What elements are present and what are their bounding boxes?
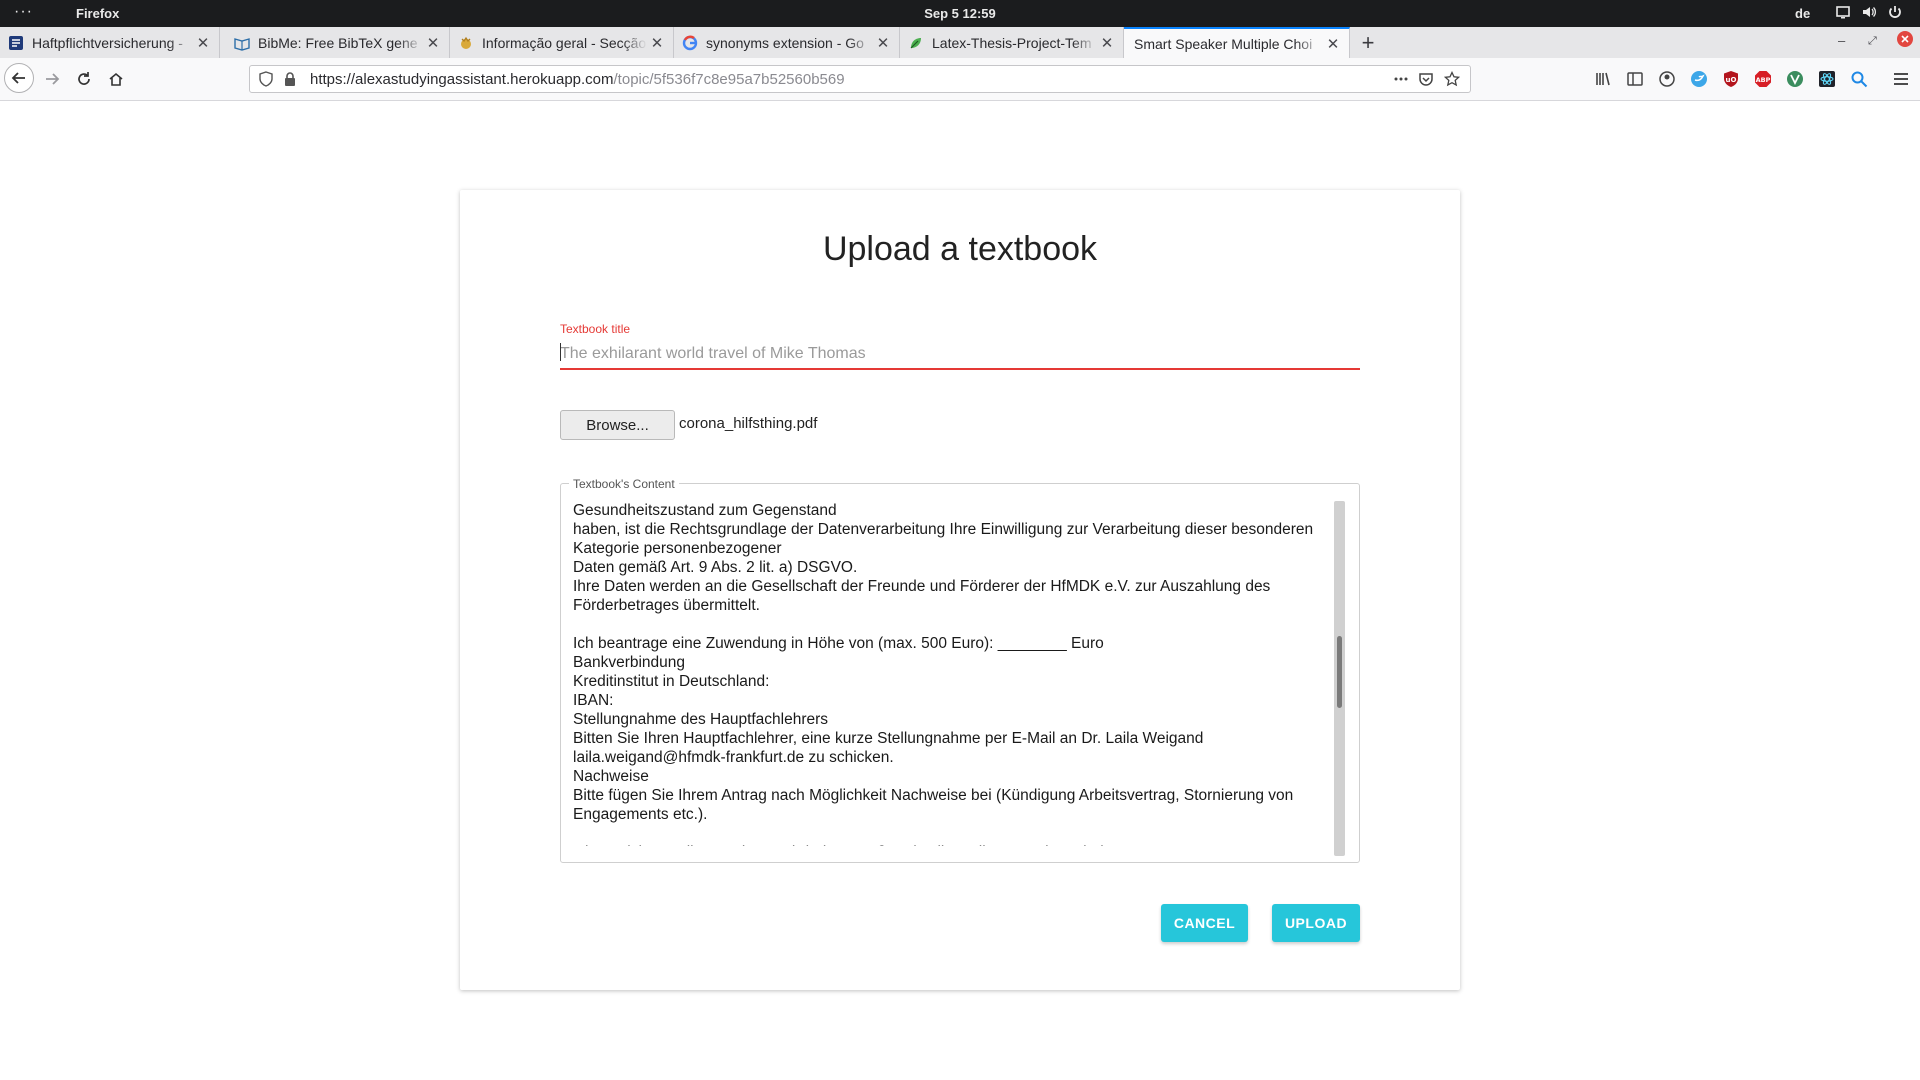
tab-label: Haftpflichtversicherung - (32, 34, 183, 51)
tab-informacao[interactable]: Informação geral - Secção ✕ (450, 27, 674, 58)
url-path: /topic/5f536f7c8e95a7b52560b569 (613, 71, 845, 88)
search-icon[interactable] (1850, 70, 1868, 88)
reload-icon (78, 72, 90, 85)
tab-strip: Haftpflichtversicherung - ✕ BibMe: Free … (0, 27, 1920, 59)
clock[interactable]: Sep 5 12:59 (0, 6, 1920, 21)
library-icon[interactable] (1594, 70, 1612, 88)
tab-bibme[interactable]: BibMe: Free BibTeX gene ✕ (226, 27, 450, 58)
bookmark-star-icon[interactable] (1444, 71, 1460, 87)
tab-label: Smart Speaker Multiple Choi (1134, 35, 1313, 52)
crest-icon (458, 35, 474, 51)
close-icon[interactable]: ✕ (1323, 35, 1343, 53)
arrow-right-icon (46, 73, 60, 85)
textbook-content-textarea[interactable]: Gesundheitszustand zum Gegenstand haben,… (573, 501, 1329, 846)
arrow-left-icon (11, 72, 25, 84)
tab-synonyms[interactable]: synonyms extension - Go ✕ (674, 27, 900, 58)
sidebar-icon[interactable] (1626, 70, 1644, 88)
browse-file-button[interactable]: Browse... (560, 410, 675, 440)
reload-button[interactable] (72, 67, 96, 91)
address-bar[interactable]: https://alexastudyingassistant.herokuapp… (249, 65, 1471, 93)
close-icon[interactable]: ✕ (423, 34, 443, 52)
url-host: https://alexastudyingassistant.herokuapp… (310, 71, 614, 88)
account-icon[interactable] (1658, 70, 1676, 88)
svg-text:uO: uO (1726, 76, 1737, 84)
google-icon (682, 35, 698, 51)
tab-label: Informação geral - Secção (482, 34, 647, 51)
shield-icon[interactable] (258, 71, 274, 87)
page-title: Upload a textbook (822, 230, 1098, 268)
navigation-toolbar: https://alexastudyingassistant.herokuapp… (0, 58, 1920, 101)
more-actions-icon[interactable] (1393, 71, 1409, 87)
bird-extension-icon[interactable] (1690, 70, 1708, 88)
home-icon (109, 72, 123, 86)
url-text[interactable]: https://alexastudyingassistant.herokuapp… (310, 71, 845, 88)
textbook-title-input[interactable] (560, 340, 1360, 370)
hamburger-menu-icon[interactable] (1892, 70, 1910, 88)
system-top-bar: ··· Firefox Sep 5 12:59 de (0, 0, 1920, 27)
cancel-button[interactable]: CANCEL (1161, 904, 1248, 942)
power-icon (1889, 6, 1901, 18)
tab-smart-speaker[interactable]: Smart Speaker Multiple Choi ✕ (1124, 27, 1350, 58)
screen-icon (1836, 6, 1850, 19)
textbook-content-label: Textbook's Content (569, 477, 679, 491)
text-caret (560, 343, 561, 361)
pocket-icon[interactable] (1418, 71, 1434, 87)
system-tray[interactable] (1835, 4, 1903, 20)
adblock-plus-icon[interactable]: ABP (1754, 70, 1772, 88)
keyboard-layout-indicator[interactable]: de (1795, 6, 1810, 21)
content-scrollbar-thumb[interactable] (1337, 636, 1342, 708)
vue-devtools-icon[interactable] (1786, 70, 1804, 88)
tab-label: BibMe: Free BibTeX gene (258, 34, 418, 51)
upload-button[interactable]: UPLOAD (1272, 904, 1360, 942)
tab-label: Latex-Thesis-Project-Tem (932, 34, 1092, 51)
svg-text:ABP: ABP (1756, 76, 1771, 84)
textbook-content-field[interactable]: Textbook's Content Gesundheitszustand zu… (560, 477, 1360, 863)
close-icon[interactable]: ✕ (873, 34, 893, 52)
close-icon[interactable]: ✕ (1097, 34, 1117, 52)
tab-latex-thesis[interactable]: Latex-Thesis-Project-Tem ✕ (900, 27, 1124, 58)
back-button[interactable] (4, 63, 34, 93)
new-tab-button[interactable]: + (1356, 30, 1380, 56)
forward-button[interactable] (40, 67, 64, 91)
home-button[interactable] (104, 67, 128, 91)
restore-icon[interactable]: ⤢ (1868, 35, 1877, 48)
volume-icon (1863, 7, 1877, 17)
content-scrollbar[interactable] (1334, 501, 1345, 856)
minimize-icon[interactable]: – (1838, 33, 1845, 48)
document-icon (8, 35, 24, 51)
upload-textbook-card: Upload a textbook Textbook title Browse.… (460, 190, 1460, 990)
tab-label: synonyms extension - Go (706, 34, 864, 51)
react-devtools-icon[interactable] (1818, 70, 1836, 88)
lock-icon[interactable] (282, 71, 298, 87)
leaf-icon (908, 35, 924, 51)
close-icon[interactable]: ✕ (193, 34, 213, 52)
textbook-title-label: Textbook title (560, 322, 631, 336)
close-icon[interactable]: ✕ (647, 34, 667, 52)
selected-file-name: corona_hilfsthing.pdf (679, 415, 818, 432)
tab-haftpflicht[interactable]: Haftpflichtversicherung - ✕ (0, 27, 220, 58)
book-icon (234, 35, 250, 51)
ublock-icon[interactable]: uO (1722, 70, 1740, 88)
window-close-button[interactable] (1896, 30, 1914, 51)
